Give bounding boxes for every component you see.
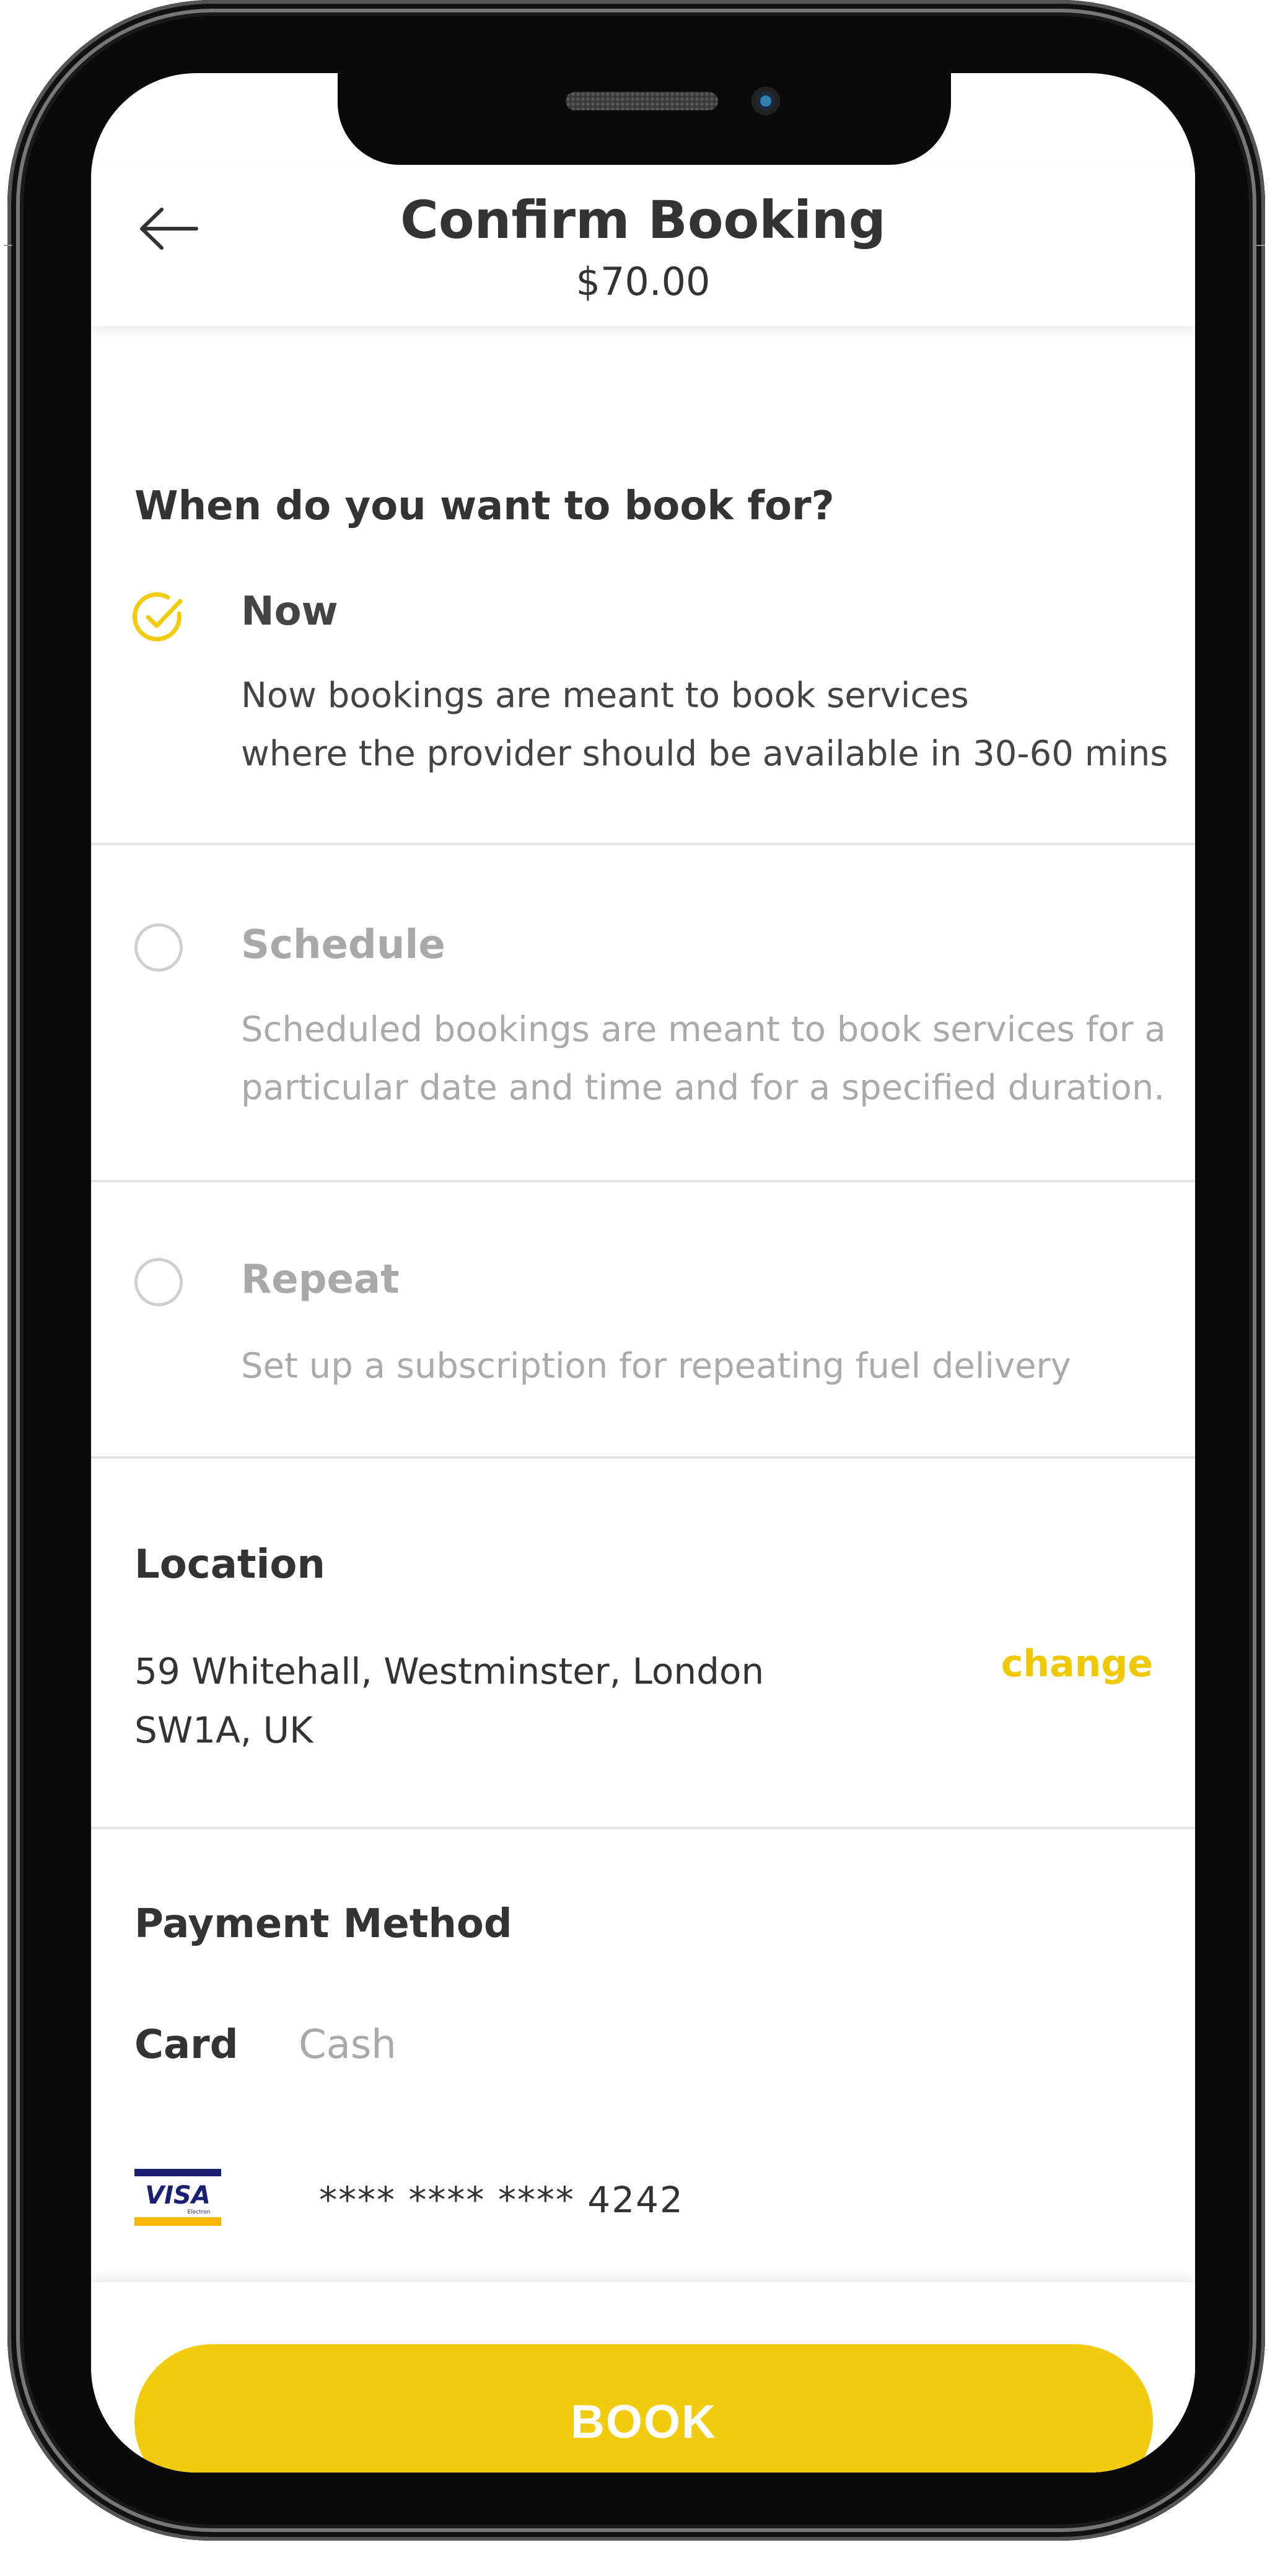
payment-tab-card[interactable]: Card	[134, 2022, 239, 2068]
divider	[91, 1180, 1195, 1182]
option-now-desc-line-2: where the provider should be available i…	[241, 734, 1168, 774]
booking-price: $70.00	[576, 259, 711, 304]
option-schedule-desc-line-2: particular date and time and for a speci…	[241, 1068, 1165, 1108]
payment-method-title: Payment Method	[134, 1901, 512, 1947]
option-now-label: Now	[241, 589, 338, 635]
app-screen: Confirm Booking $70.00 When do you want …	[91, 73, 1195, 2473]
radio-empty-icon[interactable]	[134, 1258, 183, 1306]
visa-card-icon: VISA Electron	[134, 2169, 221, 2226]
page-title: Confirm Booking	[400, 190, 886, 250]
divider	[91, 1827, 1195, 1829]
phone-silent-switch	[4, 245, 12, 246]
payment-tab-cash[interactable]: Cash	[299, 2022, 397, 2068]
location-address: 59 Whitehall, Westminster, London SW1A, …	[134, 1642, 816, 1760]
option-repeat-label: Repeat	[241, 1257, 400, 1303]
option-schedule-description: Scheduled bookings are meant to book ser…	[241, 1001, 1170, 1117]
divider	[91, 843, 1195, 845]
change-location-link[interactable]: change	[1001, 1642, 1153, 1686]
front-camera-icon	[751, 87, 780, 115]
visa-electron-text: Electron	[188, 2209, 211, 2215]
option-schedule-desc-line-1: Scheduled bookings are meant to book ser…	[241, 1009, 1166, 1050]
notch	[338, 73, 951, 165]
option-now-desc-line-1: Now bookings are meant to book services	[241, 675, 969, 716]
speaker-grille	[566, 92, 718, 110]
location-address-line-2: SW1A, UK	[134, 1709, 313, 1751]
option-schedule-label: Schedule	[241, 922, 445, 968]
card-number: **** **** **** 4242	[319, 2179, 684, 2221]
option-repeat-description: Set up a subscription for repeating fuel…	[241, 1337, 1170, 1396]
booking-header: Confirm Booking $70.00	[91, 165, 1195, 326]
option-now-description: Now bookings are meant to book services …	[241, 667, 1170, 783]
book-button[interactable]: BOOK	[134, 2344, 1153, 2473]
visa-brand-text: VISA	[145, 2181, 211, 2210]
divider	[91, 1456, 1195, 1459]
check-circle-icon[interactable]	[131, 589, 188, 646]
phone-frame: Confirm Booking $70.00 When do you want …	[4, 0, 1265, 2541]
phone-side-button	[1256, 245, 1265, 246]
location-title: Location	[134, 1542, 325, 1588]
booking-time-question: When do you want to book for?	[134, 483, 835, 529]
radio-empty-icon[interactable]	[134, 923, 183, 972]
option-repeat-desc-line-1: Set up a subscription for repeating fuel…	[241, 1346, 1071, 1386]
location-address-line-1: 59 Whitehall, Westminster, London	[134, 1650, 765, 1692]
bottom-action-bar: BOOK	[91, 2282, 1195, 2473]
